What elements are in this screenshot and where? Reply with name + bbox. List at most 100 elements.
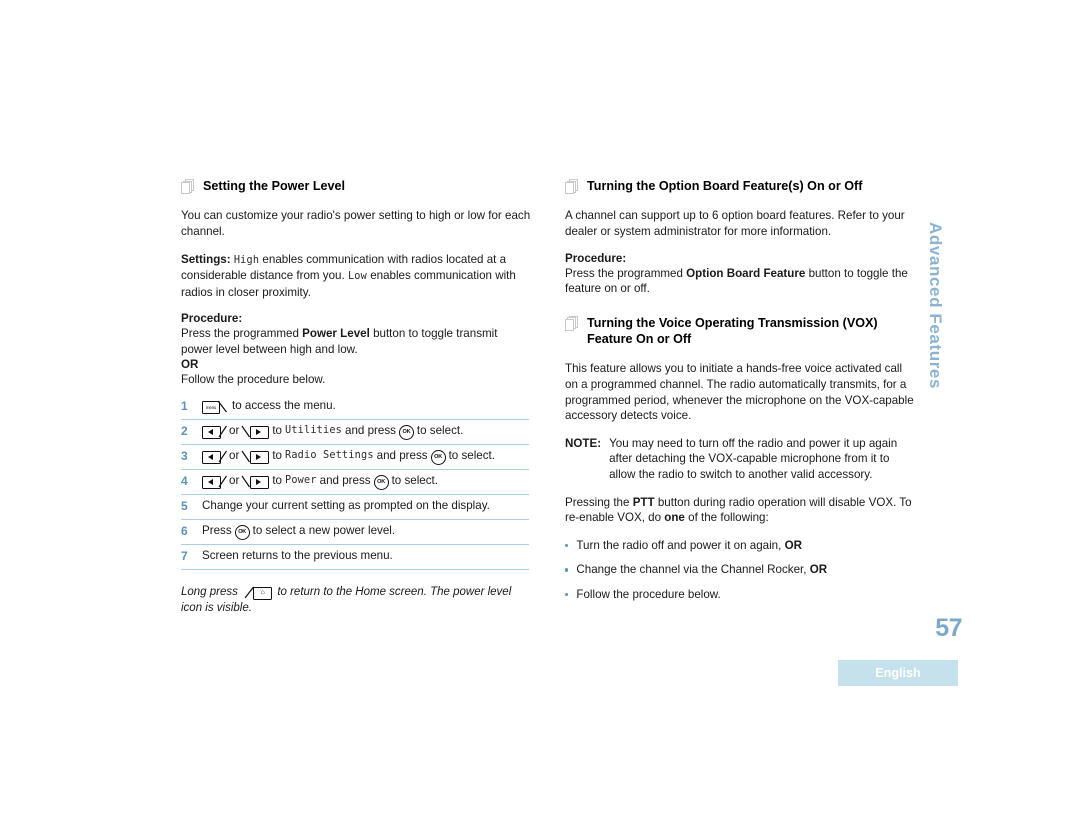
step-text: or to Radio Settings and press OK to sel… bbox=[202, 448, 495, 465]
heading-text: Setting the Power Level bbox=[203, 179, 346, 193]
or-connector: or bbox=[229, 474, 240, 488]
step-text: or to Power and press OK to select. bbox=[202, 473, 438, 490]
bullet-body: Follow the procedure below. bbox=[576, 587, 721, 601]
step-6-pre: Press bbox=[202, 524, 232, 538]
ok-key-icon: OK bbox=[430, 449, 446, 465]
bullet-dot-icon bbox=[565, 543, 569, 548]
procedure-label: Procedure: bbox=[565, 251, 627, 265]
ptt-paragraph: Pressing the PTT button during radio ope… bbox=[565, 495, 915, 526]
ok-key-icon: OK bbox=[373, 474, 389, 490]
option-board-procedure: Press the programmed Option Board Featur… bbox=[565, 266, 915, 297]
step-4-end: to select. bbox=[391, 474, 438, 488]
note-label: NOTE: bbox=[565, 436, 602, 450]
closing-note-pre: Long press bbox=[181, 586, 238, 599]
pages-stack-icon bbox=[565, 315, 578, 331]
procedure-line-2: Follow the procedure below. bbox=[181, 372, 326, 386]
step-6-end: to select a new power level. bbox=[252, 524, 396, 538]
step-row: 3 or to Radio Settings and press OK to s… bbox=[181, 445, 529, 471]
bullet-body: Change the channel via the Channel Rocke… bbox=[576, 563, 807, 577]
pages-stack-icon bbox=[181, 179, 194, 194]
ok-key-icon: OK bbox=[234, 524, 250, 540]
menu-target-radio-settings: Radio Settings bbox=[284, 450, 374, 462]
bullet-text: Change the channel via the Channel Rocke… bbox=[576, 562, 827, 578]
ptt-button-name: PTT bbox=[632, 495, 655, 509]
ptt-pre: Pressing the bbox=[565, 495, 630, 509]
step-row: 7 Screen returns to the previous menu. bbox=[181, 545, 529, 571]
bullet-dot-icon bbox=[565, 592, 569, 597]
right-arrow-key-icon bbox=[241, 425, 270, 439]
step-3-to: to bbox=[272, 449, 282, 463]
menu-target-power: Power bbox=[284, 475, 317, 487]
step-text: Change your current setting as prompted … bbox=[202, 499, 490, 513]
document-page: Setting the Power Level You can customiz… bbox=[0, 0, 1080, 834]
step-row: 1 menu to access the menu. bbox=[181, 395, 529, 421]
bullet-body: Turn the radio off and power it on again… bbox=[576, 538, 782, 552]
step-text: Press OK to select a new power level. bbox=[202, 523, 396, 540]
option-board-button-name: Option Board Feature bbox=[686, 266, 806, 280]
step-2-to: to bbox=[272, 424, 282, 438]
menu-target-utilities: Utilities bbox=[284, 425, 342, 437]
procedure-label: Procedure: bbox=[181, 312, 243, 326]
step-3-press: and press bbox=[376, 449, 428, 463]
step-1-tail: to access the menu. bbox=[232, 399, 336, 413]
page-number: 57 bbox=[935, 614, 962, 642]
power-level-button-name: Power Level bbox=[302, 327, 370, 341]
list-item: Follow the procedure below. bbox=[565, 587, 915, 603]
ptt-bold-one: one bbox=[664, 511, 685, 525]
step-number: 5 bbox=[181, 499, 188, 514]
step-4-to: to bbox=[272, 474, 282, 488]
section-heading-vox: Turning the Voice Operating Transmission… bbox=[565, 315, 915, 348]
note-text: You may need to turn off the radio and p… bbox=[609, 436, 898, 482]
language-tab: English bbox=[838, 660, 958, 686]
ok-key-icon: OK bbox=[398, 424, 414, 440]
section-heading-option-board: Turning the Option Board Feature(s) On o… bbox=[565, 178, 915, 194]
step-row: 2 or to Utilities and press OK to select… bbox=[181, 420, 529, 446]
setting-value-high: High bbox=[233, 254, 260, 266]
note-block: NOTE: You may need to turn off the radio… bbox=[565, 436, 915, 483]
bullet-text: Turn the radio off and power it on again… bbox=[576, 538, 802, 554]
home-key-icon: ⌂ bbox=[244, 586, 273, 600]
numbered-steps-list: 1 menu to access the menu. 2 or to Utili… bbox=[181, 395, 529, 571]
step-4-press: and press bbox=[319, 474, 371, 488]
list-item: Change the channel via the Channel Rocke… bbox=[565, 562, 915, 578]
right-arrow-key-icon bbox=[241, 475, 270, 489]
step-row: 4 or to Power and press OK to select. bbox=[181, 470, 529, 496]
step-2-press: and press bbox=[345, 424, 396, 438]
right-column: Turning the Option Board Feature(s) On o… bbox=[565, 178, 915, 612]
bullet-dot-icon bbox=[565, 568, 569, 572]
step-number: 2 bbox=[181, 424, 188, 439]
step-number: 1 bbox=[181, 399, 188, 414]
settings-label: Settings: bbox=[181, 252, 231, 266]
heading-text: Turning the Voice Operating Transmission… bbox=[587, 315, 878, 347]
left-arrow-key-icon bbox=[202, 450, 228, 464]
or-connector: or bbox=[229, 449, 240, 463]
step-row: 6 Press OK to select a new power level. bbox=[181, 520, 529, 546]
or-label: OR bbox=[181, 357, 199, 371]
option-board-intro: A channel can support up to 6 option boa… bbox=[565, 209, 905, 238]
intro-paragraph: You can customize your radio's power set… bbox=[181, 209, 531, 238]
step-3-end: to select. bbox=[448, 449, 495, 463]
bullet-or: OR bbox=[784, 538, 802, 552]
or-connector: or bbox=[229, 424, 240, 438]
left-arrow-key-icon bbox=[202, 475, 228, 489]
left-column: Setting the Power Level You can customiz… bbox=[181, 178, 531, 616]
closing-note: Long press ⌂ to return to the Home scree… bbox=[181, 584, 531, 616]
step-number: 6 bbox=[181, 524, 188, 539]
procedure-line-1: Press the programmed Power Level button … bbox=[181, 326, 531, 357]
menu-key-icon: menu bbox=[202, 400, 228, 414]
step-text: menu to access the menu. bbox=[202, 398, 336, 414]
left-arrow-key-icon bbox=[202, 425, 228, 439]
ptt-post: of the following: bbox=[688, 511, 769, 525]
right-arrow-key-icon bbox=[241, 450, 270, 464]
step-row: 5 Change your current setting as prompte… bbox=[181, 495, 529, 521]
step-number: 3 bbox=[181, 449, 188, 464]
section-heading-power-level: Setting the Power Level bbox=[181, 178, 531, 194]
procedure-pre: Press the programmed bbox=[181, 327, 299, 341]
pages-stack-icon bbox=[565, 179, 578, 194]
step-text: Screen returns to the previous menu. bbox=[202, 549, 393, 563]
step-2-end: to select. bbox=[416, 424, 464, 438]
step-text: or to Utilities and press OK to select. bbox=[202, 423, 464, 440]
vox-intro: This feature allows you to initiate a ha… bbox=[565, 362, 914, 423]
settings-paragraph: Settings: High enables communication wit… bbox=[181, 252, 531, 301]
step-number: 4 bbox=[181, 474, 188, 489]
